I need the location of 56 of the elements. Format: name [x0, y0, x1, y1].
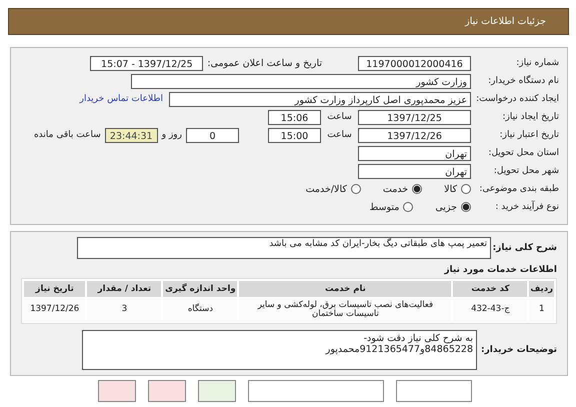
table-cell: 1397/12/26 [24, 299, 86, 321]
field-label: طبقه بندی موضوعی: [478, 184, 560, 194]
table-cell: فعالیت‌های نصب تاسیسات برق، لوله‌کشی و سایر تاسیسات ساختمان [239, 299, 452, 321]
field-label: توضیحات خریدار: [480, 345, 557, 355]
radio-option[interactable]: خدمت [382, 184, 422, 194]
date-field: 1397/12/26 [358, 128, 471, 142]
button[interactable] [396, 380, 472, 402]
field-label: استان محل تحویل: [487, 148, 560, 158]
field-label: نوع فرآیند خرید : [494, 202, 560, 212]
page-title: جزئیات اطلاعات نیاز [465, 16, 546, 27]
province-field: تهران [358, 146, 471, 160]
section-title: اطلاعات خدمات مورد نیاز [443, 265, 557, 275]
table-cell: دستگاه [163, 299, 238, 321]
button[interactable] [198, 380, 236, 402]
date-field: 1397/12/25 [358, 110, 471, 124]
radio-option[interactable]: کالا/خدمت [306, 184, 361, 194]
radio-option[interactable]: کالا [444, 184, 471, 194]
buyer-contact-link[interactable]: اطلاعات تماس خریدار [80, 94, 163, 104]
column-header: نام خدمت [239, 281, 452, 297]
table-cell: ج-43-432 [453, 299, 528, 321]
table-cell: 3 [87, 299, 162, 321]
radio-option[interactable]: متوسط [369, 202, 414, 212]
radio-option[interactable]: جزیی [435, 202, 471, 212]
requester-field: عزیز محمدپوری اصل کارپرداز وزارت کشور [169, 92, 471, 106]
field-label: ساعت باقی مانده [34, 130, 101, 140]
time-field: 15:00 [268, 128, 321, 142]
time-field: 15:06 [268, 110, 321, 124]
field-label: ساعت [326, 112, 353, 122]
column-header: واحد اندازه گیری [163, 281, 238, 297]
announce-date-field: 1397/12/25 - 15:07 [90, 56, 204, 70]
field-label: تاریخ ایجاد نیاز: [501, 112, 560, 122]
buyer-field: وزارت کشور [131, 74, 471, 88]
column-header: کد خدمت [453, 281, 528, 297]
field-label: روز و [162, 130, 182, 140]
field-label: نام دستگاه خریدار: [487, 76, 560, 86]
field-label: ایجاد کننده درخواست: [475, 94, 560, 104]
table-cell: 1 [529, 299, 554, 321]
need-number-field: 1197000012000416 [358, 56, 471, 70]
column-header: تعداد / مقدار [87, 281, 162, 297]
notes-line: به شرح کلی نیاز دقت شود- [362, 333, 473, 344]
city-field: تهران [358, 164, 471, 178]
field-label: شرح کلی نیاز: [492, 243, 557, 253]
field-label: شماره نیاز: [515, 58, 560, 68]
column-header: تاریخ نیاز [24, 281, 86, 297]
field-label: شهر محل تحویل: [492, 166, 560, 176]
remaining-time-field: 23:44:31 [104, 128, 158, 142]
description-field: تعمیر پمپ های طبقاتی دیگ بخار-ایران کد مشابه می باشد [77, 237, 491, 259]
button[interactable] [148, 380, 186, 402]
field-label: ساعت [326, 130, 353, 140]
notes-line: 84865228و9121365477محمدپور [324, 344, 473, 355]
days-field: 0 [186, 128, 239, 142]
column-header: ردیف [529, 281, 554, 297]
field-label: تاریخ اعتبار نیاز: [498, 130, 560, 140]
button[interactable] [98, 380, 136, 402]
button[interactable] [248, 380, 384, 402]
field-label: تاریخ و ساعت اعلان عمومی: [207, 58, 322, 68]
